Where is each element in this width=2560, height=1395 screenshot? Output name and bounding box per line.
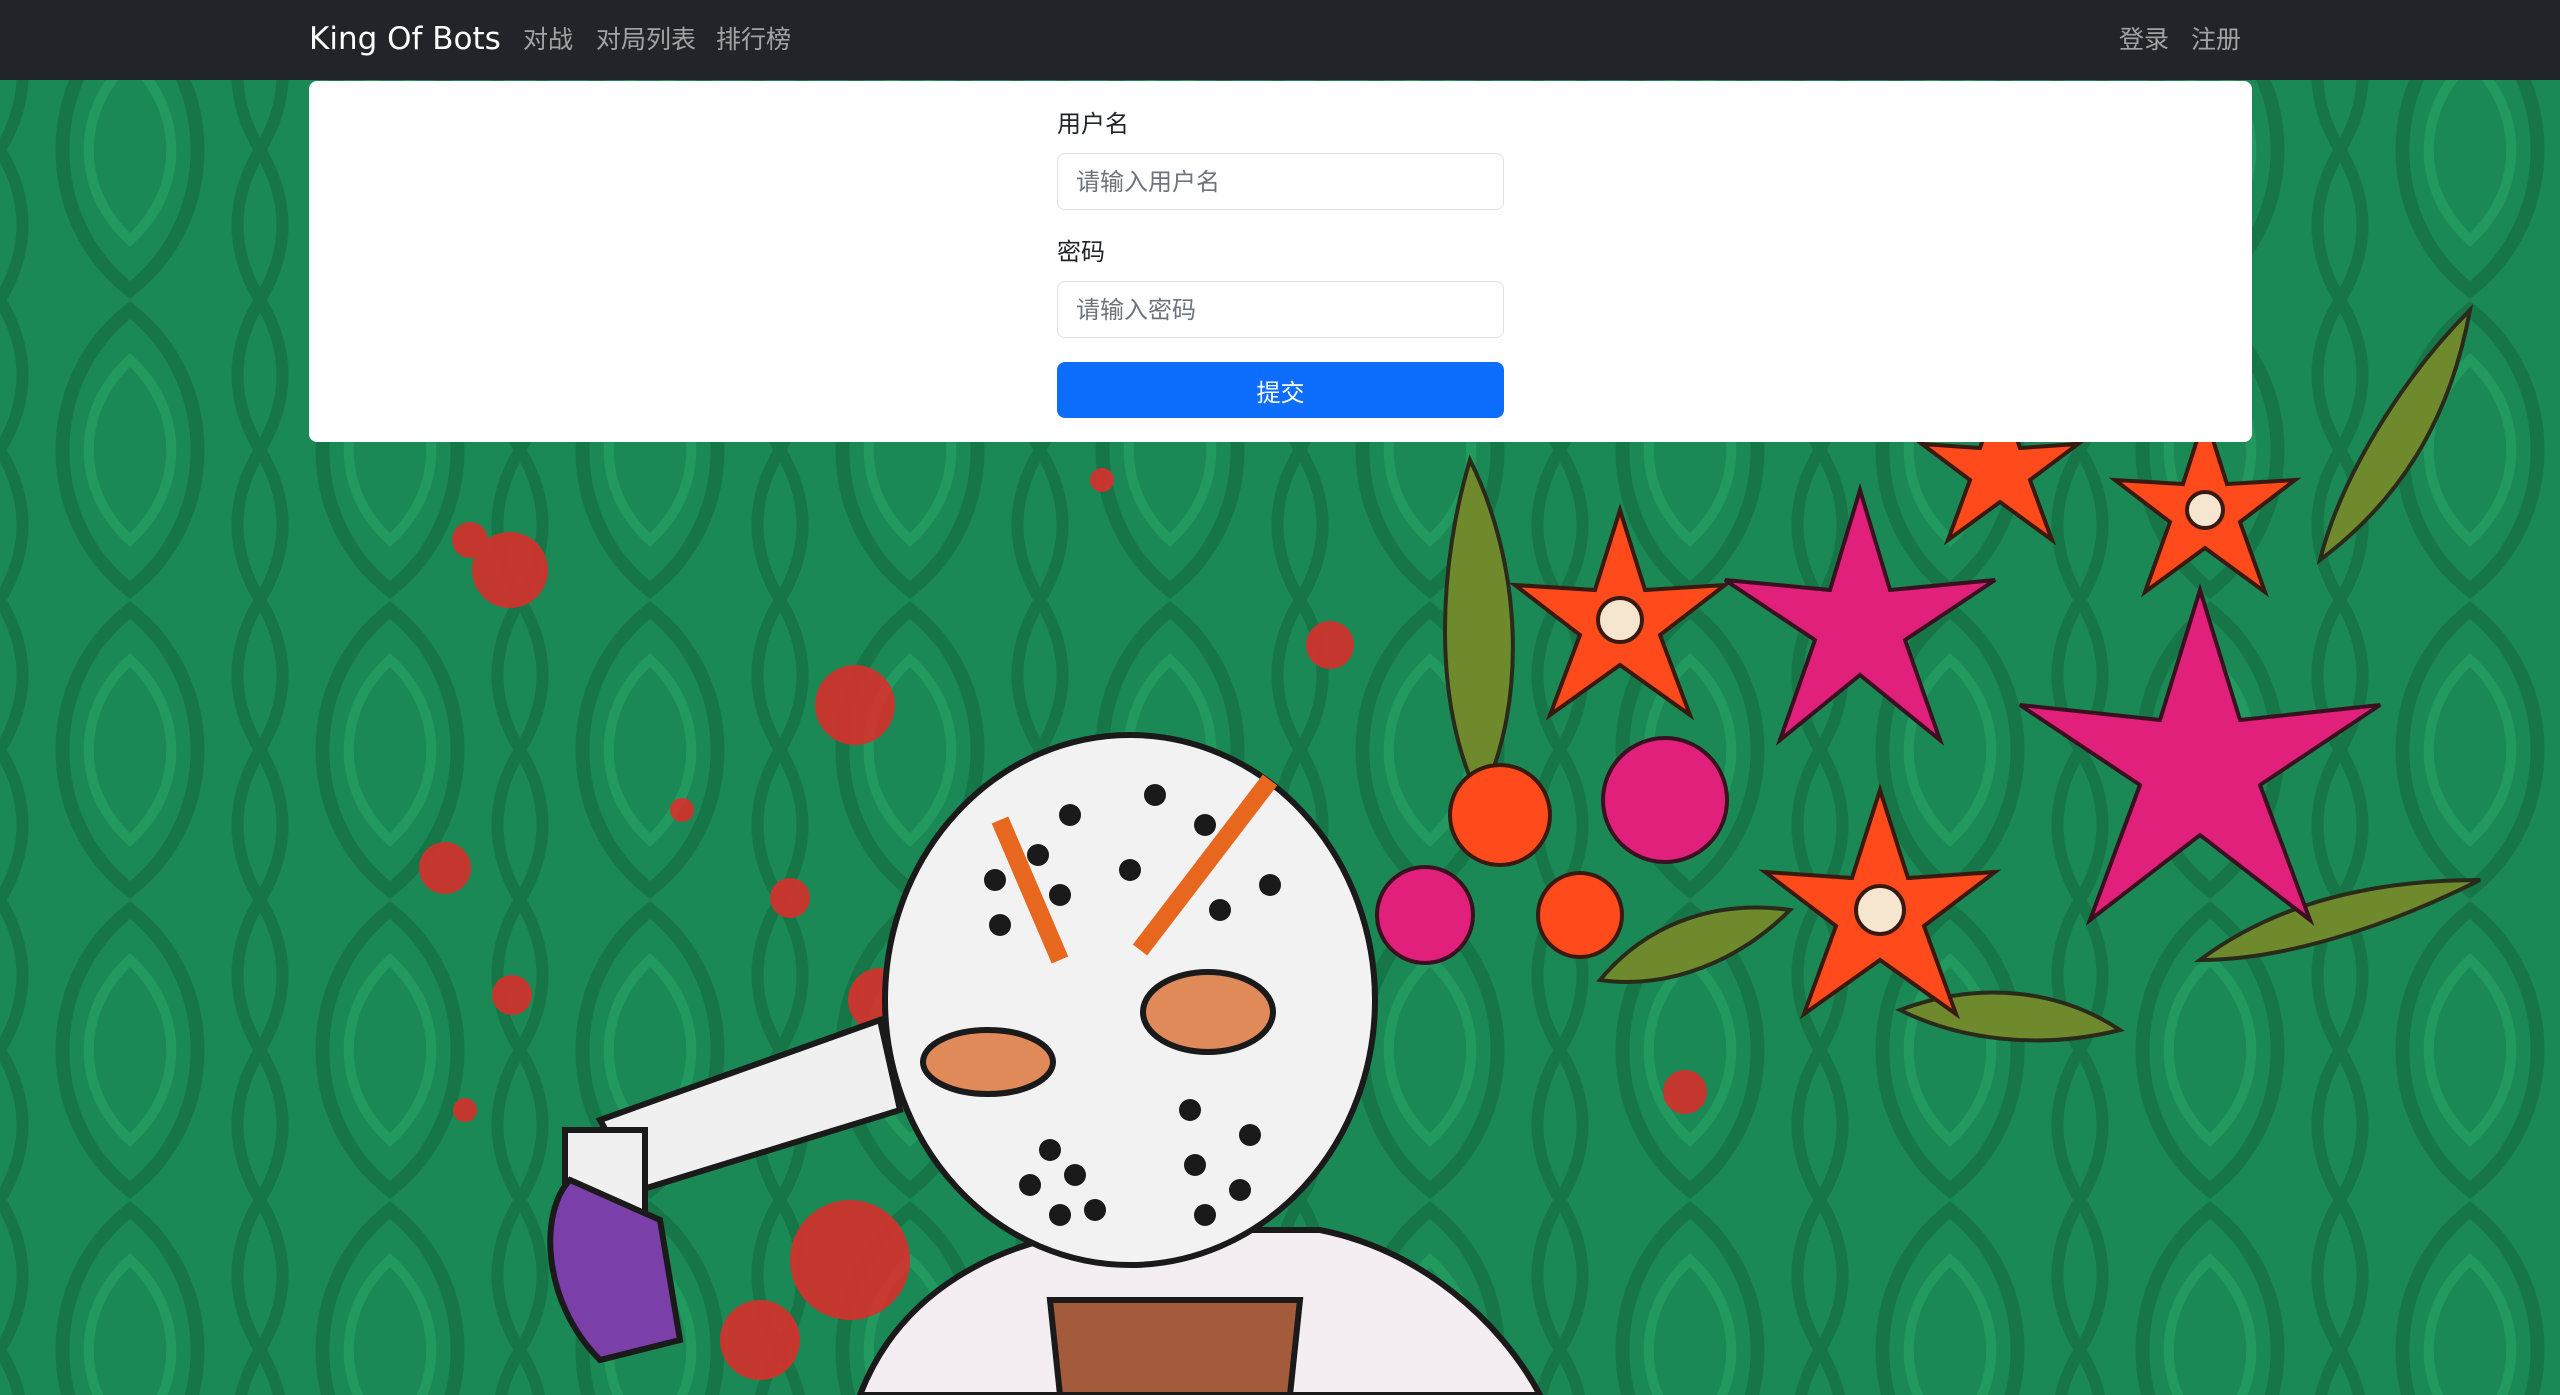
navbar: King Of Bots 对战 对局列表 排行榜 登录 注册 [0,0,2560,80]
submit-button[interactable]: 提交 [1057,362,1504,418]
nav-link-battle[interactable]: 对战 [523,22,573,58]
password-input[interactable] [1057,281,1504,338]
nav-link-leaderboard[interactable]: 排行榜 [716,22,791,58]
username-label: 用户名 [1057,110,1129,138]
login-card: 用户名 密码 提交 [309,81,2252,442]
username-input[interactable] [1057,153,1504,210]
nav-link-register[interactable]: 注册 [2191,22,2241,58]
nav-link-login[interactable]: 登录 [2119,22,2169,58]
password-label: 密码 [1057,238,1105,266]
nav-link-match-list[interactable]: 对局列表 [596,22,696,58]
brand-logo-link[interactable]: King Of Bots [309,18,501,60]
